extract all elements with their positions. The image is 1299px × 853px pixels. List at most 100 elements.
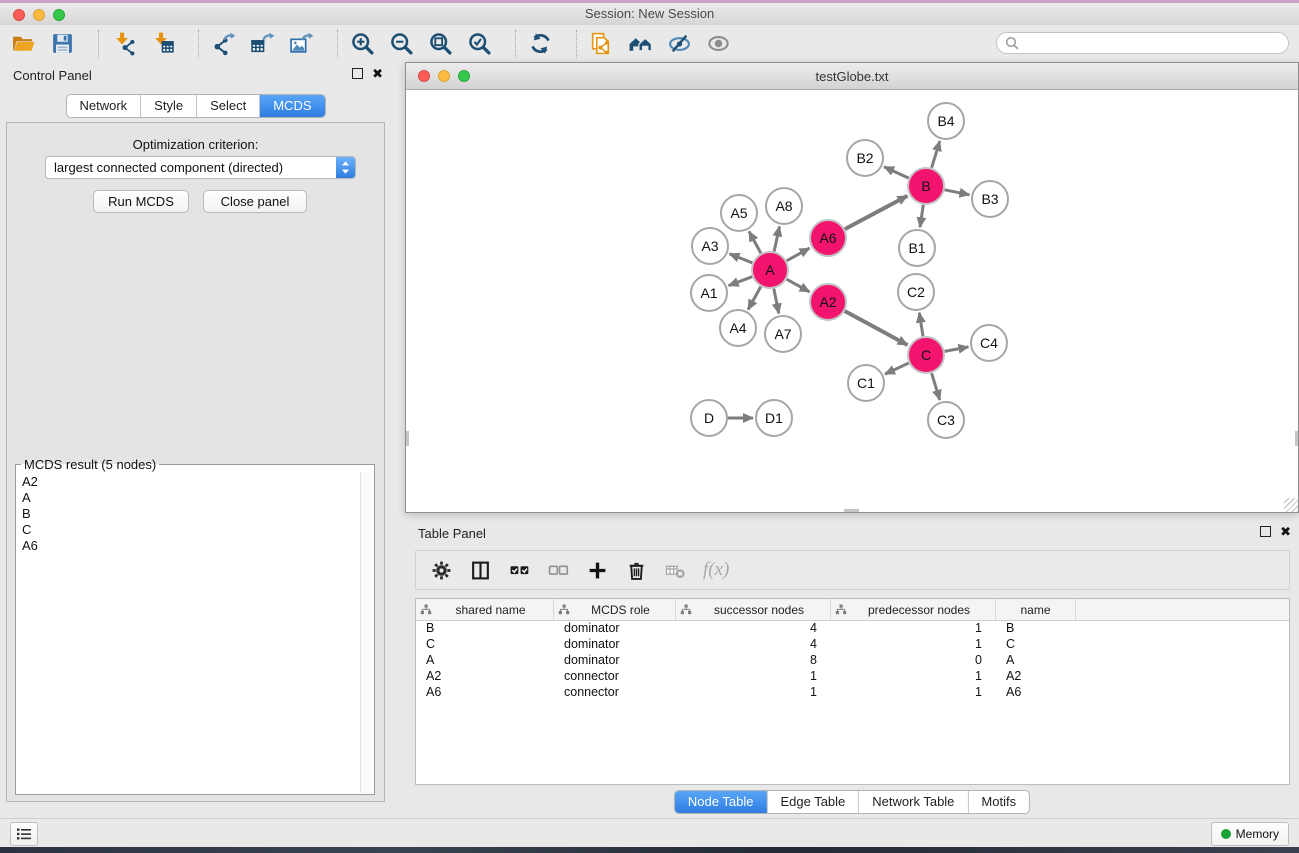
table-cell[interactable]: A bbox=[996, 653, 1076, 669]
mcds-result-item[interactable]: A6 bbox=[22, 538, 361, 554]
table-cell[interactable]: connector bbox=[554, 669, 676, 685]
graph-node-B[interactable]: B bbox=[908, 168, 944, 204]
settings-gear-icon[interactable] bbox=[430, 559, 452, 581]
show-panels-button[interactable] bbox=[10, 822, 38, 846]
graph-edge-B-B1[interactable] bbox=[920, 205, 923, 227]
table-cell[interactable]: B bbox=[416, 621, 554, 637]
graph-node-D1[interactable]: D1 bbox=[756, 400, 792, 436]
refresh-icon[interactable] bbox=[527, 31, 553, 57]
close-panel-icon[interactable]: ✖ bbox=[372, 68, 383, 79]
table-cell[interactable]: 8 bbox=[676, 653, 831, 669]
deselect-all-icon[interactable] bbox=[547, 559, 569, 581]
tab-style[interactable]: Style bbox=[141, 95, 197, 117]
graph-edge-C-C4[interactable] bbox=[945, 347, 969, 352]
table-cell[interactable]: connector bbox=[554, 685, 676, 701]
mcds-result-item[interactable]: A2 bbox=[22, 474, 361, 490]
table-cell[interactable]: C bbox=[416, 637, 554, 653]
export-network-icon[interactable] bbox=[210, 31, 236, 57]
float-table-panel-icon[interactable] bbox=[1260, 526, 1271, 537]
table-cell[interactable]: A2 bbox=[996, 669, 1076, 685]
graph-node-B4[interactable]: B4 bbox=[928, 103, 964, 139]
network-window-titlebar[interactable]: testGlobe.txt bbox=[406, 63, 1298, 90]
table-row[interactable]: A6connector11A6 bbox=[416, 685, 1289, 701]
search-input[interactable] bbox=[1024, 35, 1280, 52]
table-cell[interactable]: dominator bbox=[554, 653, 676, 669]
column-header-shared-name[interactable]: shared name bbox=[416, 599, 554, 620]
graph-node-A7[interactable]: A7 bbox=[765, 316, 801, 352]
tab-node-table[interactable]: Node Table bbox=[675, 791, 768, 813]
graph-node-C3[interactable]: C3 bbox=[928, 402, 964, 438]
export-table-icon[interactable] bbox=[249, 31, 275, 57]
mcds-result-item[interactable]: C bbox=[22, 522, 361, 538]
search-box[interactable] bbox=[996, 32, 1289, 54]
mcds-result-item[interactable]: A bbox=[22, 490, 361, 506]
table-cell[interactable]: dominator bbox=[554, 621, 676, 637]
column-header-successor-nodes[interactable]: successor nodes bbox=[676, 599, 831, 620]
clone-network-icon[interactable] bbox=[588, 31, 614, 57]
graph-node-C[interactable]: C bbox=[908, 337, 944, 373]
graph-node-D[interactable]: D bbox=[691, 400, 727, 436]
table-cell[interactable]: 4 bbox=[676, 637, 831, 653]
zoom-out-icon[interactable] bbox=[388, 31, 414, 57]
close-panel-button[interactable]: Close panel bbox=[203, 190, 307, 213]
optimization-criterion-dropdown[interactable]: largest connected component (directed) bbox=[45, 156, 356, 179]
tab-mcds[interactable]: MCDS bbox=[260, 95, 324, 117]
show-all-icon[interactable] bbox=[705, 31, 731, 57]
import-table-icon[interactable] bbox=[149, 31, 175, 57]
table-row[interactable]: Cdominator41C bbox=[416, 637, 1289, 653]
table-row[interactable]: Adominator80A bbox=[416, 653, 1289, 669]
column-header-mcds-role[interactable]: MCDS role bbox=[554, 599, 676, 620]
float-panel-icon[interactable] bbox=[352, 68, 363, 79]
zoom-fit-icon[interactable] bbox=[427, 31, 453, 57]
tab-edge-table[interactable]: Edge Table bbox=[767, 791, 859, 813]
network-canvas[interactable]: B4B2BB3A8A5A6A3B1AA1C2A2A4A7C4CC1C3DD1 bbox=[406, 90, 1298, 512]
export-image-icon[interactable] bbox=[288, 31, 314, 57]
zoom-selected-icon[interactable] bbox=[466, 31, 492, 57]
graph-edge-A-A7[interactable] bbox=[774, 289, 779, 314]
import-network-icon[interactable] bbox=[110, 31, 136, 57]
table-cell[interactable]: 1 bbox=[831, 669, 996, 685]
table-cell[interactable]: A6 bbox=[996, 685, 1076, 701]
graph-edge-A-A3[interactable] bbox=[730, 254, 753, 263]
table-row[interactable]: A2connector11A2 bbox=[416, 669, 1289, 685]
memory-button[interactable]: Memory bbox=[1211, 822, 1289, 846]
table-cell[interactable]: 0 bbox=[831, 653, 996, 669]
open-folder-icon[interactable] bbox=[10, 31, 36, 57]
select-all-icon[interactable] bbox=[508, 559, 530, 581]
graph-edge-A-A1[interactable] bbox=[729, 277, 753, 286]
graph-edge-A6-B[interactable] bbox=[845, 196, 908, 229]
graph-edge-B-B2[interactable] bbox=[884, 167, 909, 178]
graph-node-A4[interactable]: A4 bbox=[720, 310, 756, 346]
column-layout-icon[interactable] bbox=[469, 559, 491, 581]
save-session-icon[interactable] bbox=[49, 31, 75, 57]
column-header-name[interactable]: name bbox=[996, 599, 1076, 620]
table-cell[interactable]: 1 bbox=[676, 685, 831, 701]
table-cell[interactable]: 1 bbox=[831, 685, 996, 701]
mcds-result-item[interactable]: B bbox=[22, 506, 361, 522]
table-cell[interactable]: 4 bbox=[676, 621, 831, 637]
graph-edge-A-A8[interactable] bbox=[774, 227, 779, 252]
graph-node-A5[interactable]: A5 bbox=[721, 195, 757, 231]
first-neighbors-icon[interactable] bbox=[627, 31, 653, 57]
table-cell[interactable]: B bbox=[996, 621, 1076, 637]
graph-node-A[interactable]: A bbox=[752, 252, 788, 288]
table-cell[interactable]: 1 bbox=[831, 621, 996, 637]
graph-node-C1[interactable]: C1 bbox=[848, 365, 884, 401]
column-header-predecessor-nodes[interactable]: predecessor nodes bbox=[831, 599, 996, 620]
hide-selected-icon[interactable] bbox=[666, 31, 692, 57]
table-cell[interactable]: C bbox=[996, 637, 1076, 653]
graph-edge-C-C3[interactable] bbox=[932, 373, 940, 400]
table-cell[interactable]: A6 bbox=[416, 685, 554, 701]
graph-edge-B-B4[interactable] bbox=[932, 141, 940, 168]
table-cell[interactable]: dominator bbox=[554, 637, 676, 653]
table-cell[interactable]: A2 bbox=[416, 669, 554, 685]
tab-network[interactable]: Network bbox=[66, 95, 141, 117]
graph-edge-A-A2[interactable] bbox=[787, 279, 810, 292]
close-table-panel-icon[interactable]: ✖ bbox=[1280, 526, 1291, 537]
table-cell[interactable]: 1 bbox=[831, 637, 996, 653]
graph-edge-B-B3[interactable] bbox=[945, 190, 970, 195]
delete-column-icon[interactable] bbox=[625, 559, 647, 581]
network-canvas-svg[interactable]: B4B2BB3A8A5A6A3B1AA1C2A2A4A7C4CC1C3DD1 bbox=[406, 90, 1298, 512]
graph-edge-A-A5[interactable] bbox=[749, 231, 761, 253]
graph-edge-A-A4[interactable] bbox=[748, 287, 761, 310]
